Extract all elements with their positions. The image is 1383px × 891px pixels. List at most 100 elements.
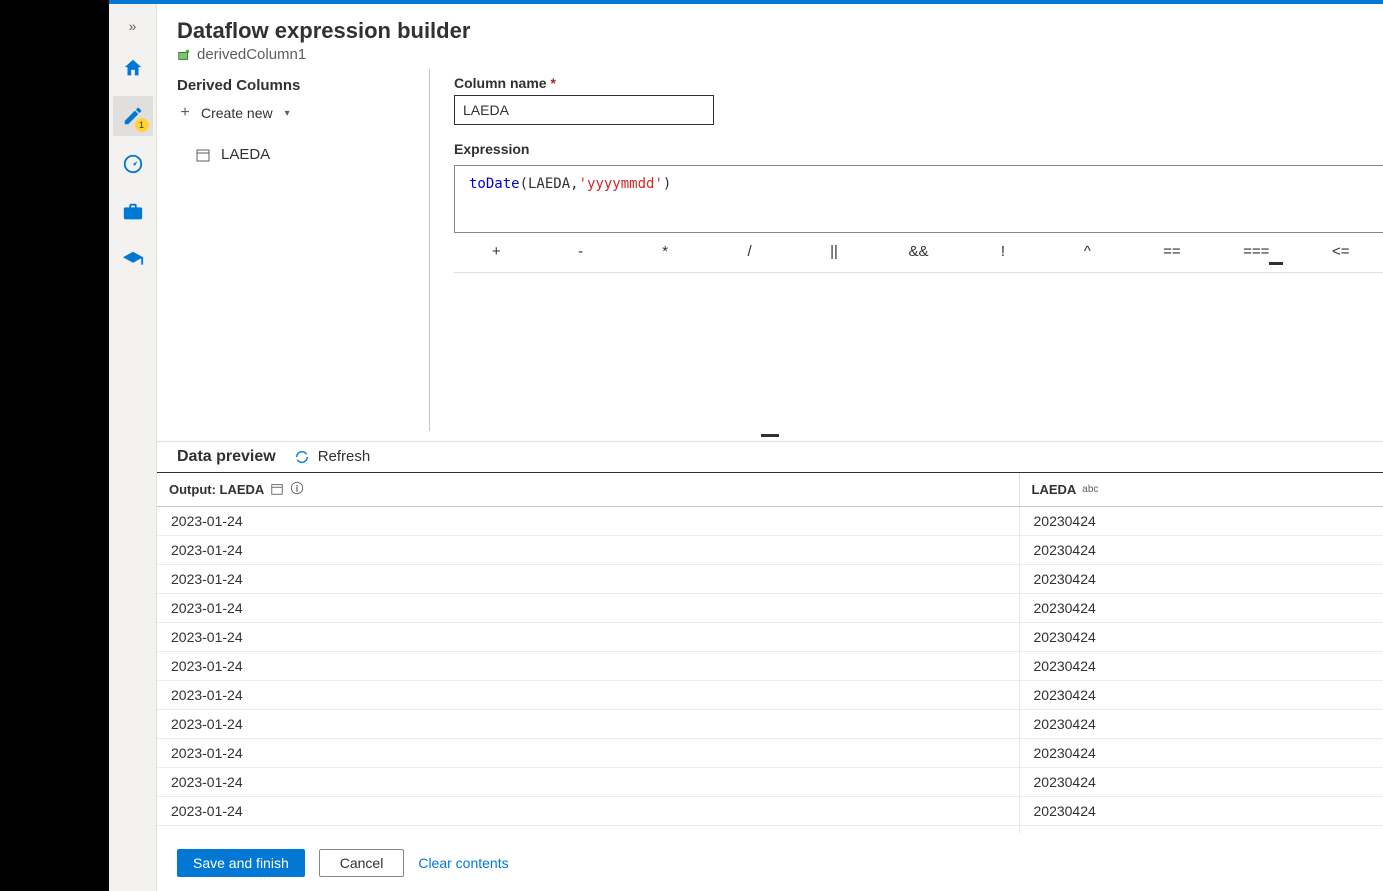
operator-button[interactable]: == xyxy=(1130,241,1214,262)
expand-rail-button[interactable]: » xyxy=(113,12,153,40)
cell-output: 2023-01-24 xyxy=(157,593,1019,622)
operator-button[interactable]: && xyxy=(876,241,960,262)
table-row[interactable]: 2023-01-2420230424 xyxy=(157,622,1383,651)
expr-fn: toDate xyxy=(469,176,520,192)
data-preview-title: Data preview xyxy=(177,448,276,466)
page-subtitle: derivedColumn1 xyxy=(197,46,306,63)
nav-home[interactable] xyxy=(113,48,153,88)
graduation-cap-icon xyxy=(122,249,144,271)
expr-end: ) xyxy=(663,176,671,192)
create-new-button[interactable]: + Create new ▾ xyxy=(177,100,419,126)
table-row[interactable]: 2023-01-2420230424 xyxy=(157,535,1383,564)
table-row[interactable]: 2023-01-2420230424 xyxy=(157,593,1383,622)
changes-badge: 1 xyxy=(135,118,149,132)
cell-output: 2023-01-24 xyxy=(157,796,1019,825)
table-row[interactable]: 2023-01-2420230424 xyxy=(157,796,1383,825)
vertical-resize-handle[interactable] xyxy=(157,431,1383,441)
cell-output: 2023-01-24 xyxy=(157,535,1019,564)
operator-button[interactable]: * xyxy=(623,241,707,262)
expression-editor[interactable]: toDate(LAEDA,'yyyymmdd') xyxy=(454,165,1383,233)
nav-author[interactable]: 1 xyxy=(113,96,153,136)
operator-toolbar: +-*/||&&!^=====<= xyxy=(454,241,1383,262)
required-marker: * xyxy=(550,75,555,91)
calendar-icon xyxy=(270,482,284,496)
operator-button[interactable]: + xyxy=(454,241,538,262)
toolbox-icon xyxy=(122,201,144,223)
derived-columns-title: Derived Columns xyxy=(177,77,419,94)
preview-col-source[interactable]: LAEDA abc xyxy=(1019,473,1383,507)
table-row[interactable]: 2023-01-2420230424 xyxy=(157,767,1383,796)
chevron-down-icon: ▾ xyxy=(285,108,290,119)
expr-mid: (LAEDA, xyxy=(520,176,579,192)
cell-output: 2023-01-24 xyxy=(157,767,1019,796)
col-source-label: LAEDA xyxy=(1032,482,1077,497)
table-row[interactable]: 2023-01-2420230424 xyxy=(157,506,1383,535)
cell-output: 2023-01-24 xyxy=(157,680,1019,709)
table-row[interactable]: 2023-01-2420230424 xyxy=(157,709,1383,738)
preview-col-output[interactable]: Output: LAEDA i xyxy=(157,473,1019,507)
cell-source: 20230424 xyxy=(1019,767,1383,796)
cell-output: 2023-01-24 xyxy=(157,622,1019,651)
table-row[interactable]: 2023-01-2420230424 xyxy=(157,738,1383,767)
refresh-icon xyxy=(294,449,310,465)
operator-scroll-handle[interactable] xyxy=(1269,262,1283,265)
main-layout: » 1 Dataflow expression builder xyxy=(109,4,1383,891)
nav-learn[interactable] xyxy=(113,240,153,280)
cell-source: 20230424 xyxy=(1019,796,1383,825)
clear-contents-button[interactable]: Clear contents xyxy=(418,855,508,871)
info-icon[interactable]: i xyxy=(290,481,304,498)
cell-source: 20230424 xyxy=(1019,535,1383,564)
editor-split: Derived Columns + Create new ▾ LAEDA Col… xyxy=(157,69,1383,431)
expr-str: 'yyyymmdd' xyxy=(579,176,663,192)
operator-button[interactable]: === xyxy=(1214,241,1298,262)
expression-panel: Column name * Expression toDate(LAEDA,'y… xyxy=(430,69,1383,431)
column-name-label-text: Column name xyxy=(454,75,547,91)
preview-header: Data preview Refresh xyxy=(157,441,1383,472)
operator-button[interactable]: || xyxy=(792,241,876,262)
table-row[interactable]: 2023-01-2420230424 xyxy=(157,825,1383,834)
create-new-label: Create new xyxy=(201,105,273,121)
content-area: Dataflow expression builder derivedColum… xyxy=(157,4,1383,891)
cell-output: 2023-01-24 xyxy=(157,825,1019,834)
cell-output: 2023-01-24 xyxy=(157,651,1019,680)
table-row[interactable]: 2023-01-2420230424 xyxy=(157,680,1383,709)
nav-monitor[interactable] xyxy=(113,144,153,184)
col-output-label: Output: LAEDA xyxy=(169,482,264,497)
cell-output: 2023-01-24 xyxy=(157,738,1019,767)
footer-bar: Save and finish Cancel Clear contents xyxy=(157,834,1383,891)
app-root: » 1 Dataflow expression builder xyxy=(109,0,1383,891)
operator-button[interactable]: ^ xyxy=(1045,241,1129,262)
col-type-label: abc xyxy=(1082,484,1098,495)
gauge-icon xyxy=(122,153,144,175)
save-and-finish-button[interactable]: Save and finish xyxy=(177,849,305,877)
operator-button[interactable]: ! xyxy=(961,241,1045,262)
operator-button[interactable]: - xyxy=(538,241,622,262)
svg-text:i: i xyxy=(296,483,298,493)
cell-source: 20230424 xyxy=(1019,564,1383,593)
page-header: Dataflow expression builder derivedColum… xyxy=(157,4,1383,63)
grip-icon xyxy=(761,434,779,437)
refresh-label: Refresh xyxy=(318,448,371,465)
page-title: Dataflow expression builder xyxy=(177,18,1363,44)
preview-table: Output: LAEDA i LAEDA abc xyxy=(157,473,1383,835)
operator-button[interactable]: <= xyxy=(1299,241,1383,262)
refresh-button[interactable]: Refresh xyxy=(294,448,371,465)
preview-table-wrap[interactable]: Output: LAEDA i LAEDA abc xyxy=(157,472,1383,835)
column-name-input[interactable] xyxy=(454,95,714,125)
cell-source: 20230424 xyxy=(1019,680,1383,709)
expression-label: Expression xyxy=(454,141,1383,157)
half-splitter-wrap xyxy=(454,273,1383,283)
page-subtitle-row: derivedColumn1 xyxy=(177,46,1363,63)
plus-icon: + xyxy=(177,104,193,122)
cell-source: 20230424 xyxy=(1019,709,1383,738)
nav-manage[interactable] xyxy=(113,192,153,232)
cell-source: 20230424 xyxy=(1019,738,1383,767)
column-name-label: Column name * xyxy=(454,75,1383,91)
table-row[interactable]: 2023-01-2420230424 xyxy=(157,564,1383,593)
cell-source: 20230424 xyxy=(1019,825,1383,834)
table-row[interactable]: 2023-01-2420230424 xyxy=(157,651,1383,680)
derived-column-item[interactable]: LAEDA xyxy=(177,140,419,169)
cell-source: 20230424 xyxy=(1019,506,1383,535)
cancel-button[interactable]: Cancel xyxy=(319,849,405,877)
operator-button[interactable]: / xyxy=(707,241,791,262)
